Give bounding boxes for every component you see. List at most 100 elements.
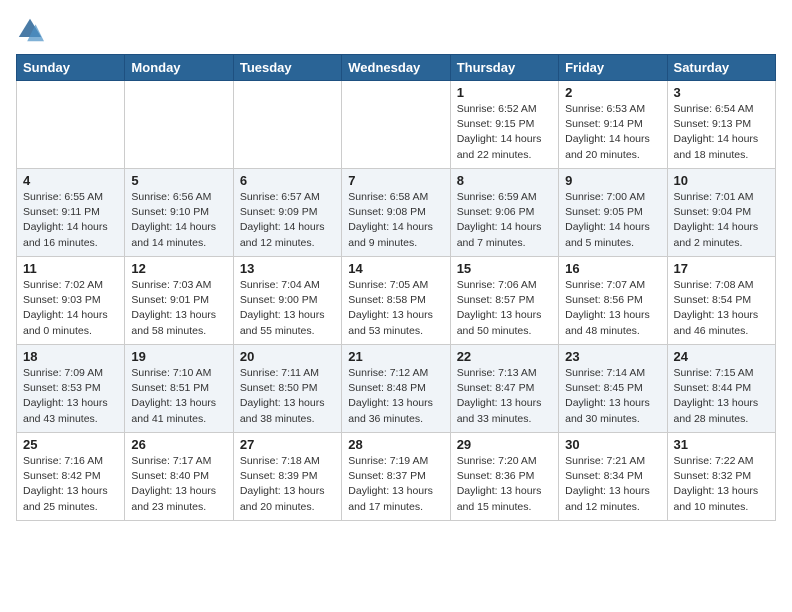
day-number: 1 — [457, 85, 552, 100]
day-info: Sunrise: 7:18 AM Sunset: 8:39 PM Dayligh… — [240, 454, 335, 515]
day-cell: 21 Sunrise: 7:12 AM Sunset: 8:48 PM Dayli… — [342, 345, 450, 433]
day-cell: 29 Sunrise: 7:20 AM Sunset: 8:36 PM Dayli… — [450, 433, 558, 521]
day-info: Sunrise: 7:08 AM Sunset: 8:54 PM Dayligh… — [674, 278, 769, 339]
day-info: Sunrise: 7:06 AM Sunset: 8:57 PM Dayligh… — [457, 278, 552, 339]
day-info: Sunrise: 7:14 AM Sunset: 8:45 PM Dayligh… — [565, 366, 660, 427]
day-info: Sunrise: 7:20 AM Sunset: 8:36 PM Dayligh… — [457, 454, 552, 515]
day-number: 11 — [23, 261, 118, 276]
weekday-saturday: Saturday — [667, 55, 775, 81]
day-info: Sunrise: 7:05 AM Sunset: 8:58 PM Dayligh… — [348, 278, 443, 339]
page-header — [16, 16, 776, 44]
day-number: 31 — [674, 437, 769, 452]
day-cell: 8 Sunrise: 6:59 AM Sunset: 9:06 PM Daylig… — [450, 169, 558, 257]
day-info: Sunrise: 7:07 AM Sunset: 8:56 PM Dayligh… — [565, 278, 660, 339]
day-info: Sunrise: 6:57 AM Sunset: 9:09 PM Dayligh… — [240, 190, 335, 251]
day-info: Sunrise: 6:54 AM Sunset: 9:13 PM Dayligh… — [674, 102, 769, 163]
week-row-3: 11 Sunrise: 7:02 AM Sunset: 9:03 PM Dayli… — [17, 257, 776, 345]
day-info: Sunrise: 7:04 AM Sunset: 9:00 PM Dayligh… — [240, 278, 335, 339]
day-number: 5 — [131, 173, 226, 188]
day-cell: 10 Sunrise: 7:01 AM Sunset: 9:04 PM Dayli… — [667, 169, 775, 257]
day-info: Sunrise: 7:02 AM Sunset: 9:03 PM Dayligh… — [23, 278, 118, 339]
day-number: 8 — [457, 173, 552, 188]
day-cell: 15 Sunrise: 7:06 AM Sunset: 8:57 PM Dayli… — [450, 257, 558, 345]
day-cell: 12 Sunrise: 7:03 AM Sunset: 9:01 PM Dayli… — [125, 257, 233, 345]
day-info: Sunrise: 6:55 AM Sunset: 9:11 PM Dayligh… — [23, 190, 118, 251]
day-info: Sunrise: 7:15 AM Sunset: 8:44 PM Dayligh… — [674, 366, 769, 427]
day-cell: 1 Sunrise: 6:52 AM Sunset: 9:15 PM Daylig… — [450, 81, 558, 169]
day-info: Sunrise: 7:00 AM Sunset: 9:05 PM Dayligh… — [565, 190, 660, 251]
day-info: Sunrise: 6:59 AM Sunset: 9:06 PM Dayligh… — [457, 190, 552, 251]
day-number: 3 — [674, 85, 769, 100]
day-number: 9 — [565, 173, 660, 188]
day-cell: 18 Sunrise: 7:09 AM Sunset: 8:53 PM Dayli… — [17, 345, 125, 433]
day-cell — [233, 81, 341, 169]
logo — [16, 16, 48, 44]
day-cell: 6 Sunrise: 6:57 AM Sunset: 9:09 PM Daylig… — [233, 169, 341, 257]
day-cell: 25 Sunrise: 7:16 AM Sunset: 8:42 PM Dayli… — [17, 433, 125, 521]
day-number: 14 — [348, 261, 443, 276]
day-number: 12 — [131, 261, 226, 276]
weekday-thursday: Thursday — [450, 55, 558, 81]
day-cell: 2 Sunrise: 6:53 AM Sunset: 9:14 PM Daylig… — [559, 81, 667, 169]
day-info: Sunrise: 7:21 AM Sunset: 8:34 PM Dayligh… — [565, 454, 660, 515]
day-cell — [342, 81, 450, 169]
day-cell: 16 Sunrise: 7:07 AM Sunset: 8:56 PM Dayli… — [559, 257, 667, 345]
day-info: Sunrise: 7:01 AM Sunset: 9:04 PM Dayligh… — [674, 190, 769, 251]
day-number: 19 — [131, 349, 226, 364]
logo-icon — [16, 16, 44, 44]
day-cell: 5 Sunrise: 6:56 AM Sunset: 9:10 PM Daylig… — [125, 169, 233, 257]
day-number: 13 — [240, 261, 335, 276]
day-cell: 13 Sunrise: 7:04 AM Sunset: 9:00 PM Dayli… — [233, 257, 341, 345]
day-cell — [125, 81, 233, 169]
day-number: 26 — [131, 437, 226, 452]
day-number: 15 — [457, 261, 552, 276]
day-cell: 27 Sunrise: 7:18 AM Sunset: 8:39 PM Dayli… — [233, 433, 341, 521]
day-number: 25 — [23, 437, 118, 452]
day-number: 16 — [565, 261, 660, 276]
weekday-sunday: Sunday — [17, 55, 125, 81]
day-number: 10 — [674, 173, 769, 188]
day-number: 20 — [240, 349, 335, 364]
day-cell: 30Sunrise: 7:21 AM Sunset: 8:34 PM Dayli… — [559, 433, 667, 521]
day-info: Sunrise: 7:10 AM Sunset: 8:51 PM Dayligh… — [131, 366, 226, 427]
day-cell: 20 Sunrise: 7:11 AM Sunset: 8:50 PM Dayli… — [233, 345, 341, 433]
weekday-wednesday: Wednesday — [342, 55, 450, 81]
day-number: 2 — [565, 85, 660, 100]
day-cell — [17, 81, 125, 169]
day-info: Sunrise: 7:12 AM Sunset: 8:48 PM Dayligh… — [348, 366, 443, 427]
day-cell: 17 Sunrise: 7:08 AM Sunset: 8:54 PM Dayli… — [667, 257, 775, 345]
day-number: 7 — [348, 173, 443, 188]
week-row-5: 25 Sunrise: 7:16 AM Sunset: 8:42 PM Dayli… — [17, 433, 776, 521]
day-number: 17 — [674, 261, 769, 276]
day-cell: 7 Sunrise: 6:58 AM Sunset: 9:08 PM Daylig… — [342, 169, 450, 257]
calendar-table: SundayMondayTuesdayWednesdayThursdayFrid… — [16, 54, 776, 521]
weekday-monday: Monday — [125, 55, 233, 81]
day-number: 29 — [457, 437, 552, 452]
week-row-2: 4 Sunrise: 6:55 AM Sunset: 9:11 PM Daylig… — [17, 169, 776, 257]
day-info: Sunrise: 7:22 AM Sunset: 8:32 PM Dayligh… — [674, 454, 769, 515]
day-cell: 14 Sunrise: 7:05 AM Sunset: 8:58 PM Dayli… — [342, 257, 450, 345]
weekday-tuesday: Tuesday — [233, 55, 341, 81]
day-number: 24 — [674, 349, 769, 364]
day-number: 27 — [240, 437, 335, 452]
day-info: Sunrise: 6:52 AM Sunset: 9:15 PM Dayligh… — [457, 102, 552, 163]
day-cell: 11 Sunrise: 7:02 AM Sunset: 9:03 PM Dayli… — [17, 257, 125, 345]
day-info: Sunrise: 6:53 AM Sunset: 9:14 PM Dayligh… — [565, 102, 660, 163]
day-info: Sunrise: 7:17 AM Sunset: 8:40 PM Dayligh… — [131, 454, 226, 515]
week-row-1: 1 Sunrise: 6:52 AM Sunset: 9:15 PM Daylig… — [17, 81, 776, 169]
day-number: 18 — [23, 349, 118, 364]
day-number: 6 — [240, 173, 335, 188]
day-info: Sunrise: 7:09 AM Sunset: 8:53 PM Dayligh… — [23, 366, 118, 427]
day-cell: 24 Sunrise: 7:15 AM Sunset: 8:44 PM Dayli… — [667, 345, 775, 433]
day-info: Sunrise: 6:58 AM Sunset: 9:08 PM Dayligh… — [348, 190, 443, 251]
day-info: Sunrise: 7:16 AM Sunset: 8:42 PM Dayligh… — [23, 454, 118, 515]
day-number: 4 — [23, 173, 118, 188]
day-cell: 28Sunrise: 7:19 AM Sunset: 8:37 PM Dayli… — [342, 433, 450, 521]
day-number: 28 — [348, 437, 443, 452]
day-number: 21 — [348, 349, 443, 364]
day-cell: 19 Sunrise: 7:10 AM Sunset: 8:51 PM Dayli… — [125, 345, 233, 433]
day-info: Sunrise: 6:56 AM Sunset: 9:10 PM Dayligh… — [131, 190, 226, 251]
day-number: 23 — [565, 349, 660, 364]
day-info: Sunrise: 7:03 AM Sunset: 9:01 PM Dayligh… — [131, 278, 226, 339]
day-info: Sunrise: 7:11 AM Sunset: 8:50 PM Dayligh… — [240, 366, 335, 427]
